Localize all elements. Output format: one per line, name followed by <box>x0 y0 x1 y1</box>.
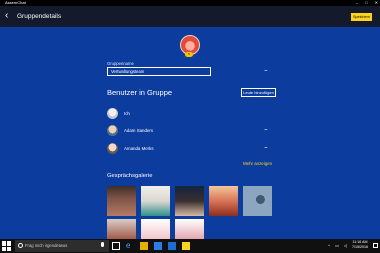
gallery-thumbnail[interactable] <box>209 186 238 216</box>
notifications-icon[interactable] <box>373 243 378 248</box>
gallery-thumbnail[interactable] <box>107 186 136 216</box>
search-icon <box>18 243 23 248</box>
member-name: Ich <box>124 111 130 116</box>
member-row[interactable]: Amanda Merks ... <box>107 143 277 154</box>
taskbar: Frag mich irgendetwas e ^ ▭ ◁ 11:16 AM 7… <box>0 239 380 253</box>
members-section-title: Benutzer in Gruppe <box>107 88 173 97</box>
task-view-icon[interactable] <box>112 242 120 250</box>
group-name-label: Gruppenname <box>107 61 134 66</box>
avatar <box>107 108 118 119</box>
member-row[interactable]: Adam Sanders ... <box>107 125 277 136</box>
taskbar-search-input[interactable]: Frag mich irgendetwas <box>15 240 109 252</box>
member-more-icon[interactable]: ... <box>264 125 268 132</box>
clock-date: 7/15/2016 <box>352 245 368 249</box>
add-people-button[interactable]: Leute hinzufügen <box>241 88 276 97</box>
chevron-up-icon[interactable]: ^ <box>328 243 330 248</box>
network-icon[interactable]: ▭ <box>335 243 339 248</box>
gallery-thumbnail[interactable] <box>175 186 204 216</box>
member-name: Adam Sanders <box>124 128 154 133</box>
member-more-icon[interactable]: ... <box>264 143 268 150</box>
gallery-thumbnail[interactable] <box>141 219 170 239</box>
system-tray: ^ ▭ ◁ <box>328 243 347 248</box>
microphone-icon[interactable] <box>101 242 104 247</box>
back-arrow-icon[interactable]: ‹ <box>5 10 15 22</box>
gallery-thumbnail[interactable] <box>107 219 136 239</box>
avatar <box>107 143 118 154</box>
windows-start-icon[interactable] <box>2 241 12 251</box>
app-header: ‹ Gruppendetails Speichern <box>0 6 380 27</box>
group-more-icon[interactable]: ... <box>264 66 268 73</box>
gallery-thumbnail[interactable] <box>243 186 272 216</box>
edge-browser-icon[interactable]: e <box>126 242 134 250</box>
file-explorer-icon[interactable] <box>140 242 148 250</box>
gallery-thumbnail[interactable] <box>175 219 204 239</box>
avatar <box>107 125 118 136</box>
edit-avatar-icon[interactable]: ✎ <box>185 52 193 57</box>
member-row[interactable]: Ich <box>107 108 277 119</box>
gallery-thumbnail[interactable] <box>141 186 170 216</box>
volume-icon[interactable]: ◁ <box>344 243 347 248</box>
page-title: Gruppendetails <box>17 13 62 20</box>
save-button[interactable]: Speichern <box>351 13 372 21</box>
gallery-title: Gesprächsgalerie <box>107 173 153 179</box>
group-name-input[interactable]: Vertwaltungsteam <box>107 67 211 76</box>
taskbar-clock[interactable]: 11:16 AM 7/15/2016 <box>349 240 371 250</box>
member-name: Amanda Merks <box>124 146 154 151</box>
app-icon[interactable] <box>168 242 176 250</box>
assemchat-app-icon[interactable] <box>182 242 190 250</box>
store-icon[interactable] <box>154 242 162 250</box>
show-more-link[interactable]: Mehr anzeigen <box>243 161 272 166</box>
